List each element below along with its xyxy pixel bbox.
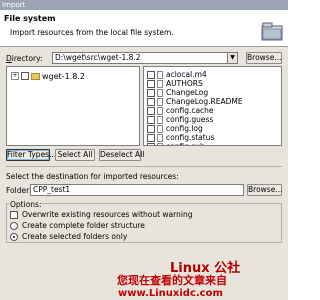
folder-label: Folder: (6, 186, 32, 195)
selected-only-option[interactable]: Create selected folders only (10, 232, 127, 241)
file-checkbox[interactable] (147, 106, 155, 115)
file-icon (157, 142, 163, 145)
file-label: config.cache (166, 106, 214, 115)
file-icon (157, 70, 163, 79)
tree-item-label: wget-1.8.2 (42, 71, 85, 81)
deselect-all-button[interactable]: Deselect All (99, 149, 144, 161)
select-all-button[interactable]: Select All (55, 149, 95, 161)
tree-item-checkbox[interactable] (21, 72, 29, 80)
file-list-items: aclocal.m4 AUTHORS ChangeLog ChangeLog.READ… (147, 70, 243, 145)
file-label: config.sub (166, 142, 205, 145)
folder-browse-button[interactable]: Browse... (247, 184, 282, 196)
directory-input[interactable]: D:\wget\src\wget-1.8.2 (52, 52, 228, 64)
file-icon (157, 115, 163, 124)
file-checkbox[interactable] (147, 70, 155, 79)
file-label: aclocal.m4 (166, 70, 207, 79)
file-list-item[interactable]: aclocal.m4 (147, 70, 243, 79)
chevron-down-icon[interactable]: ▼ (227, 52, 238, 64)
file-checkbox[interactable] (147, 133, 155, 142)
file-icon (157, 106, 163, 115)
window-title: Import (0, 0, 288, 10)
file-label: AUTHORS (166, 79, 203, 88)
folder-icon (261, 22, 283, 41)
watermark-line2: 您现在查看的文章来自 (117, 274, 227, 287)
filter-types-button[interactable]: Filter Types... (6, 149, 56, 161)
file-label: ChangeLog.README (166, 97, 243, 106)
file-label: ChangeLog (166, 88, 209, 97)
divider (6, 166, 282, 167)
wizard-header: File system Import resources from the lo… (0, 10, 288, 47)
destination-instruction: Select the destination for imported reso… (6, 172, 179, 181)
file-icon (157, 124, 163, 133)
selected-only-label: Create selected folders only (22, 232, 128, 241)
file-label: config.guess (166, 115, 214, 124)
overwrite-checkbox[interactable] (10, 210, 18, 219)
selected-only-radio[interactable] (10, 232, 18, 241)
file-checkbox[interactable] (147, 88, 155, 97)
complete-structure-label: Create complete folder structure (22, 221, 145, 230)
file-label: config.log (166, 124, 203, 133)
file-icon (157, 97, 163, 106)
overwrite-option[interactable]: Overwrite existing resources without war… (10, 210, 192, 219)
file-label: config.status (166, 133, 215, 142)
expand-icon[interactable]: + (11, 72, 19, 80)
page-title: File system (4, 14, 56, 23)
directory-browse-button[interactable]: Browse... (246, 52, 282, 64)
folder-icon (31, 72, 40, 80)
file-icon (157, 88, 163, 97)
file-list-item[interactable]: config.status (147, 133, 243, 142)
options-title: Options: (9, 200, 43, 209)
file-list-item[interactable]: config.log (147, 124, 243, 133)
file-list-item[interactable]: AUTHORS (147, 79, 243, 88)
folder-tree[interactable]: + wget-1.8.2 (6, 66, 140, 146)
file-checkbox[interactable] (147, 79, 155, 88)
folder-input[interactable]: CPP_test1 (30, 184, 244, 196)
file-checkbox[interactable] (147, 97, 155, 106)
file-checkbox[interactable] (147, 142, 155, 145)
file-icon (157, 133, 163, 142)
file-checkbox[interactable] (147, 124, 155, 133)
file-list[interactable]: aclocal.m4 AUTHORS ChangeLog ChangeLog.READ… (143, 66, 282, 146)
file-list-item[interactable]: config.cache (147, 106, 243, 115)
overwrite-label: Overwrite existing resources without war… (22, 210, 193, 219)
file-list-item[interactable]: config.sub (147, 142, 243, 145)
file-list-item[interactable]: ChangeLog (147, 88, 243, 97)
file-checkbox[interactable] (147, 115, 155, 124)
directory-label: Directory: (6, 54, 43, 63)
file-icon (157, 79, 163, 88)
watermark-line3: www.Linuxidc.com (118, 288, 223, 299)
tree-item[interactable]: + wget-1.8.2 (11, 71, 85, 81)
file-list-item[interactable]: config.guess (147, 115, 243, 124)
complete-structure-option[interactable]: Create complete folder structure (10, 221, 145, 230)
complete-structure-radio[interactable] (10, 221, 18, 230)
file-list-item[interactable]: ChangeLog.README (147, 97, 243, 106)
page-description: Import resources from the local file sys… (10, 28, 174, 37)
